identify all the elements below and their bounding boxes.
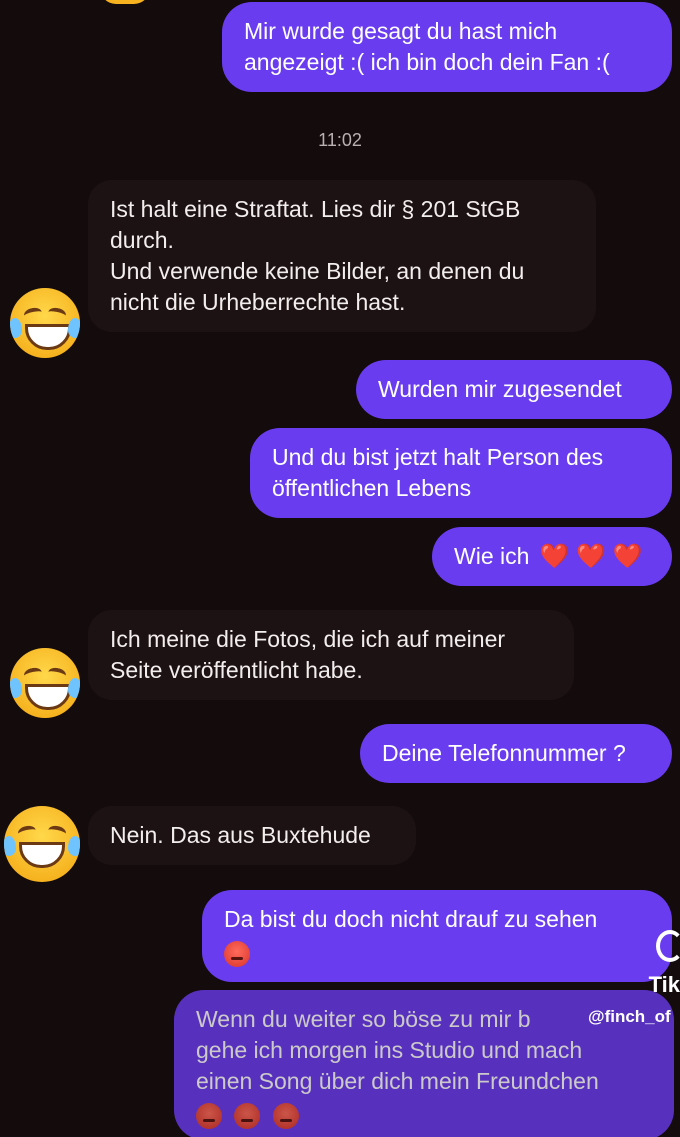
message-text: Da bist du doch nicht drauf zu sehen xyxy=(224,906,598,932)
face-with-tears-of-joy-icon xyxy=(10,648,80,718)
angry-face-icon xyxy=(272,1102,299,1129)
message-text: öffentlichen Lebens xyxy=(272,475,472,501)
message-text: Wie ich xyxy=(454,543,530,569)
message-outgoing[interactable]: Deine Telefonnummer ? xyxy=(360,724,672,783)
face-with-tears-of-joy-icon xyxy=(4,806,80,882)
message-text: Wurden mir zugesendet xyxy=(378,376,622,402)
angry-face-icon xyxy=(196,1102,222,1129)
message-text: Ich meine die Fotos, die ich auf meiner xyxy=(110,626,506,652)
message-text: Deine Telefonnummer ? xyxy=(382,740,626,766)
angry-face-icon xyxy=(234,1102,261,1129)
message-outgoing[interactable]: Wie ich ❤️ ❤️ ❤️ xyxy=(432,527,672,586)
message-text: angezeigt :( ich bin doch dein Fan :( xyxy=(244,49,610,75)
message-text: Mir wurde gesagt du hast mich xyxy=(244,18,558,44)
timestamp: 11:02 xyxy=(318,130,362,150)
message-incoming[interactable]: Ist halt eine Straftat. Lies dir § 201 S… xyxy=(88,180,596,332)
message-text: einen Song über dich mein Freundchen xyxy=(196,1068,599,1094)
message-outgoing[interactable]: Und du bist jetzt halt Person des öffent… xyxy=(250,428,672,518)
watermark-brand: Tik xyxy=(648,972,680,997)
message-text: Und du bist jetzt halt Person des xyxy=(272,444,604,470)
message-incoming[interactable]: Ich meine die Fotos, die ich auf meiner … xyxy=(88,610,574,700)
face-with-tears-of-joy-icon xyxy=(10,288,80,358)
emoji-row xyxy=(196,1099,652,1130)
message-text-row: Wie ich ❤️ ❤️ ❤️ xyxy=(454,541,650,572)
emoji-row xyxy=(224,937,650,968)
tiktok-logo-icon xyxy=(656,930,680,962)
message-incoming[interactable]: Nein. Das aus Buxtehude xyxy=(88,806,416,865)
heart-icon: ❤️ ❤️ ❤️ xyxy=(539,543,643,570)
message-text: Nein. Das aus Buxtehude xyxy=(110,822,371,848)
message-text: gehe ich morgen ins Studio und mach xyxy=(196,1037,583,1063)
watermark-username: @finch_of xyxy=(588,1007,671,1026)
message-text: durch. xyxy=(110,227,174,253)
message-outgoing[interactable]: Mir wurde gesagt du hast mich angezeigt … xyxy=(222,2,672,92)
message-text: Wenn du weiter so böse zu mir b xyxy=(196,1006,531,1032)
message-outgoing[interactable]: Wurden mir zugesendet xyxy=(356,360,672,419)
message-text: Seite veröffentlicht habe. xyxy=(110,657,363,683)
message-text: Und verwende keine Bilder, an denen du xyxy=(110,258,525,284)
message-outgoing[interactable]: Da bist du doch nicht drauf zu sehen xyxy=(202,890,672,982)
message-text: Ist halt eine Straftat. Lies dir § 201 S… xyxy=(110,196,521,222)
message-text: nicht die Urheberrechte hast. xyxy=(110,289,406,315)
angry-face-icon xyxy=(224,940,250,967)
chat-view: Mir wurde gesagt du hast mich angezeigt … xyxy=(0,0,680,1137)
sender-avatar-partial xyxy=(100,0,150,4)
